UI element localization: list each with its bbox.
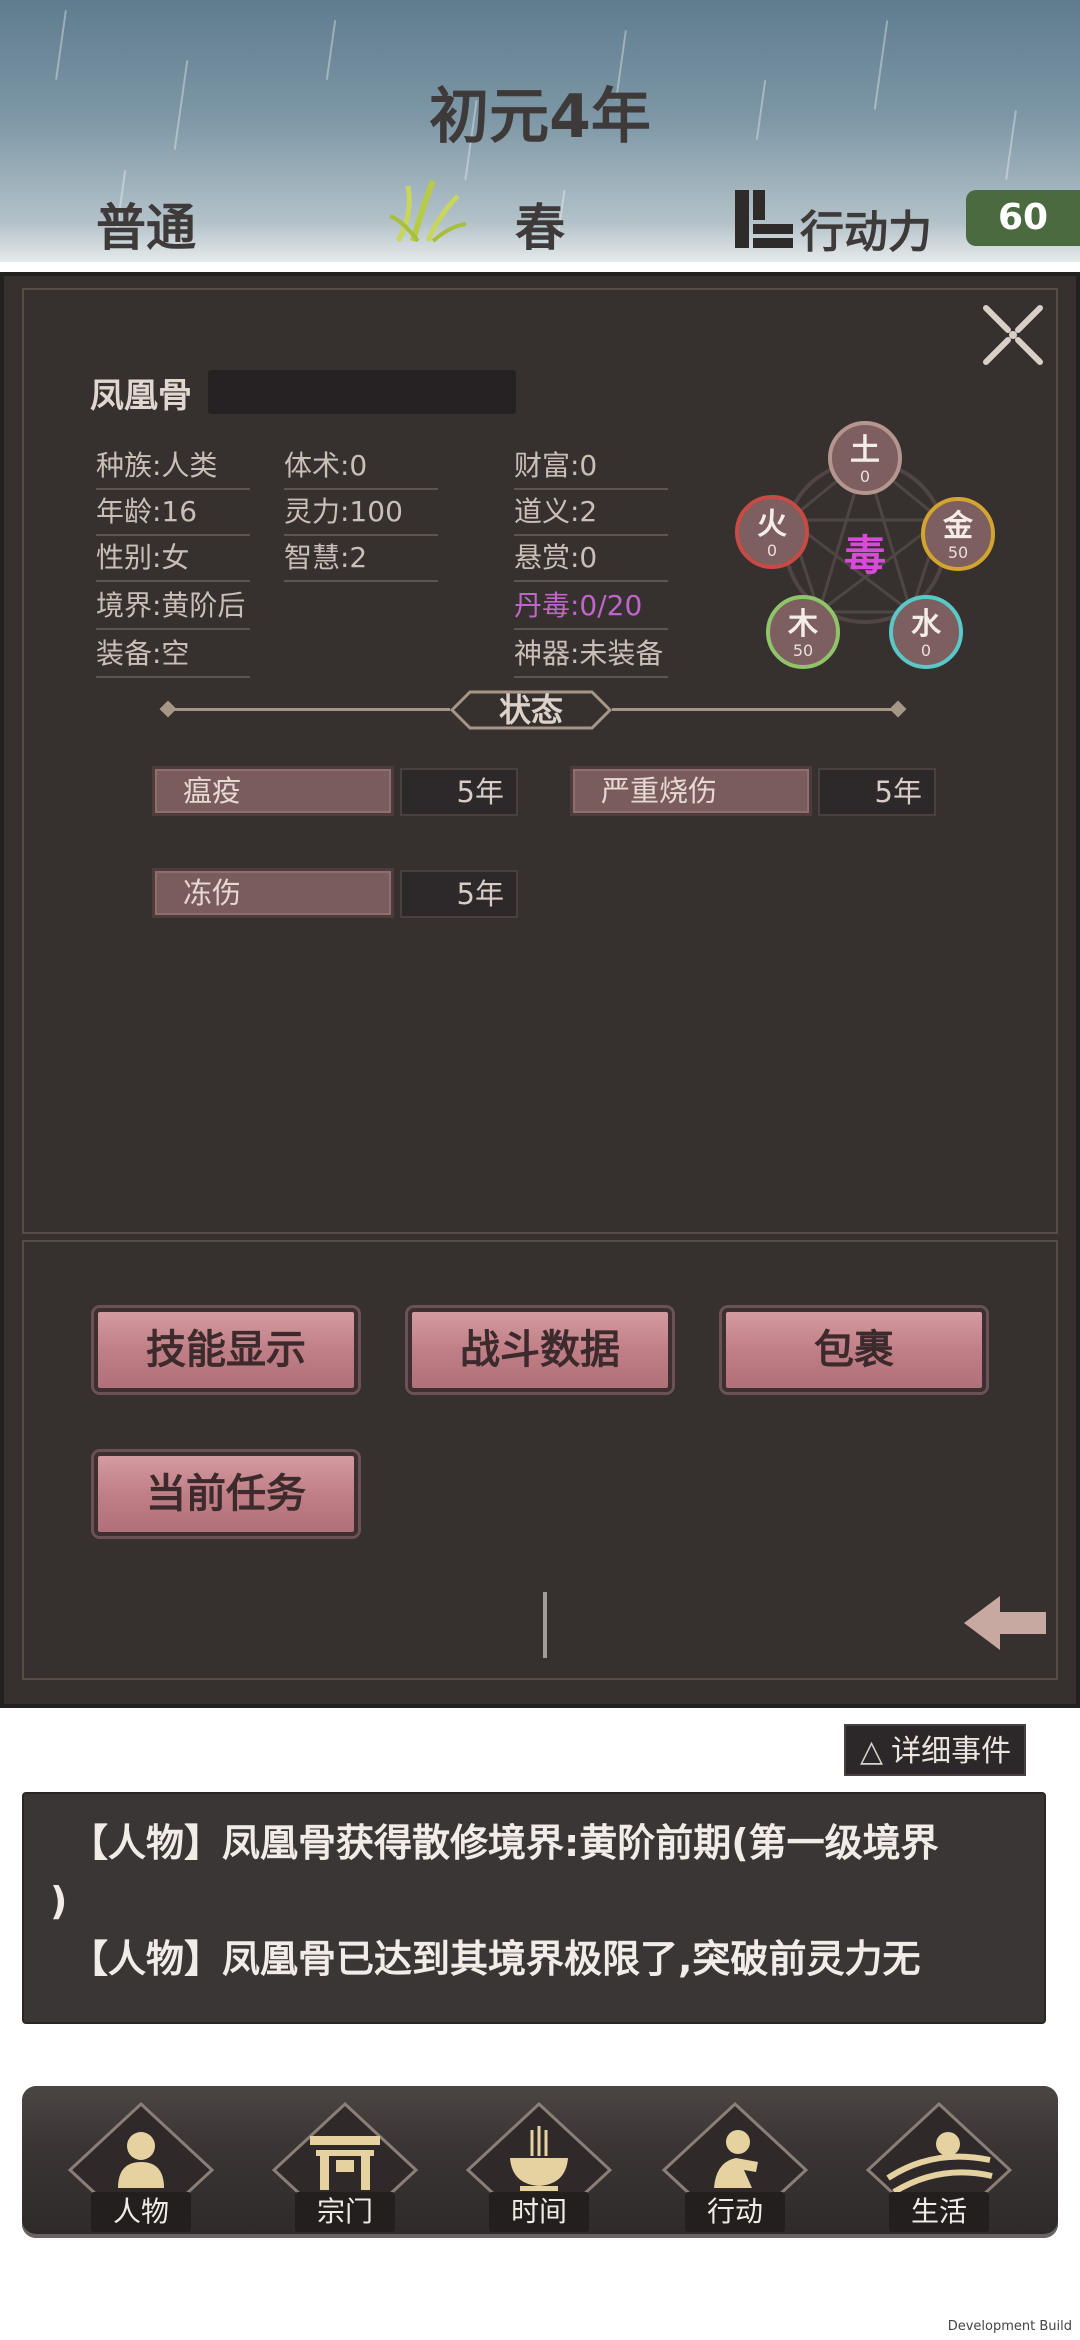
five-elements-chart: 土 0 火 0 金 50 木 50 水 0 毒 xyxy=(735,421,995,669)
svg-text:火: 火 xyxy=(757,507,787,542)
skills-button[interactable]: 技能显示 xyxy=(94,1308,358,1392)
event-log-line: ) xyxy=(50,1879,68,1923)
stat-realm: 境界:黄阶后 xyxy=(96,584,250,630)
year-title: 初元4年 xyxy=(429,82,651,152)
divider-right xyxy=(612,708,902,711)
svg-text:0: 0 xyxy=(860,467,870,486)
status-frostbite-duration: 5年 xyxy=(400,870,518,918)
svg-text:0: 0 xyxy=(767,541,777,560)
detail-events-label: 详细事件 xyxy=(891,1734,1012,1769)
svg-text:金: 金 xyxy=(942,509,974,544)
nav-time[interactable]: 时间 xyxy=(464,2100,614,2240)
action-power-label: 行动力 xyxy=(800,207,932,258)
nav-character-label: 人物 xyxy=(91,2192,191,2232)
stat-artifact: 神器:未装备 xyxy=(514,632,668,678)
stat-wealth: 财富:0 xyxy=(514,444,668,490)
current-task-button[interactable]: 当前任务 xyxy=(94,1452,358,1536)
status-title: 状态 xyxy=(498,691,563,729)
svg-text:木: 木 xyxy=(787,607,818,642)
element-earth: 土 0 xyxy=(828,421,902,495)
nav-action[interactable]: 行动 xyxy=(660,2100,810,2240)
event-log-line: 【人物】凤凰骨已达到其境界极限了,突破前灵力无 xyxy=(70,1937,921,1981)
status-plague: 瘟疫 xyxy=(152,766,394,816)
stat-body-art: 体术:0 xyxy=(284,444,438,490)
text-cursor xyxy=(543,1592,547,1658)
nav-character[interactable]: 人物 xyxy=(66,2100,216,2240)
stat-equipment: 装备:空 xyxy=(96,632,250,678)
stat-wisdom: 智慧:2 xyxy=(284,536,438,582)
event-log: 【人物】凤凰骨获得散修境界:黄阶前期(第一级境界 ) 【人物】凤凰骨已达到其境界… xyxy=(22,1792,1046,2024)
battle-data-button[interactable]: 战斗数据 xyxy=(408,1308,672,1392)
close-icon[interactable] xyxy=(980,302,1046,368)
element-water: 水 0 xyxy=(889,595,963,669)
season-label: 春 xyxy=(515,199,565,257)
stat-gender: 性别:女 xyxy=(96,536,250,582)
element-wood: 木 50 xyxy=(766,595,840,669)
event-log-line: 【人物】凤凰骨获得散修境界:黄阶前期(第一级境界 xyxy=(70,1821,939,1865)
nav-sect-label: 宗门 xyxy=(295,2192,395,2232)
nav-time-label: 时间 xyxy=(489,2192,589,2232)
nav-life-label: 生活 xyxy=(889,2192,989,2232)
stat-spirit-power: 灵力:100 xyxy=(284,490,438,536)
action-power-value: 60 xyxy=(966,190,1080,246)
element-metal: 金 50 xyxy=(921,497,995,571)
svg-text:水: 水 xyxy=(911,607,942,642)
svg-text:土: 土 xyxy=(850,433,880,468)
svg-text:0: 0 xyxy=(921,641,931,660)
status-frostbite: 冻伤 xyxy=(152,868,394,918)
nav-sect[interactable]: 宗门 xyxy=(270,2100,420,2240)
bag-button[interactable]: 包裹 xyxy=(722,1308,986,1392)
nav-action-label: 行动 xyxy=(685,2192,785,2232)
svg-text:50: 50 xyxy=(948,543,968,562)
detail-events-button[interactable]: △ 详细事件 xyxy=(844,1724,1026,1776)
back-arrow-icon[interactable] xyxy=(960,1588,1050,1658)
triangle-icon: △ xyxy=(860,1734,884,1769)
difficulty-label: 普通 xyxy=(96,199,196,257)
development-build-label: Development Build xyxy=(947,2319,1072,2334)
poison-center-label: 毒 xyxy=(844,531,886,580)
nav-life[interactable]: 生活 xyxy=(864,2100,1014,2240)
stat-race: 种族:人类 xyxy=(96,444,250,490)
character-name: 凤凰骨 xyxy=(90,376,192,416)
status-severe-burn: 严重烧伤 xyxy=(570,766,812,816)
status-plague-duration: 5年 xyxy=(400,768,518,816)
stat-age: 年龄:16 xyxy=(96,490,250,536)
element-fire: 火 0 xyxy=(735,495,809,569)
stat-morality: 道义:2 xyxy=(514,490,668,536)
action-power-icon xyxy=(735,190,793,248)
stat-bounty: 悬赏:0 xyxy=(514,536,668,582)
status-severe-burn-duration: 5年 xyxy=(818,768,936,816)
spring-grass-icon xyxy=(389,179,467,243)
svg-text:50: 50 xyxy=(793,641,813,660)
divider-left xyxy=(165,708,450,711)
name-input-bar[interactable] xyxy=(208,370,516,414)
stat-pill-poison: 丹毒:0/20 xyxy=(514,584,668,630)
